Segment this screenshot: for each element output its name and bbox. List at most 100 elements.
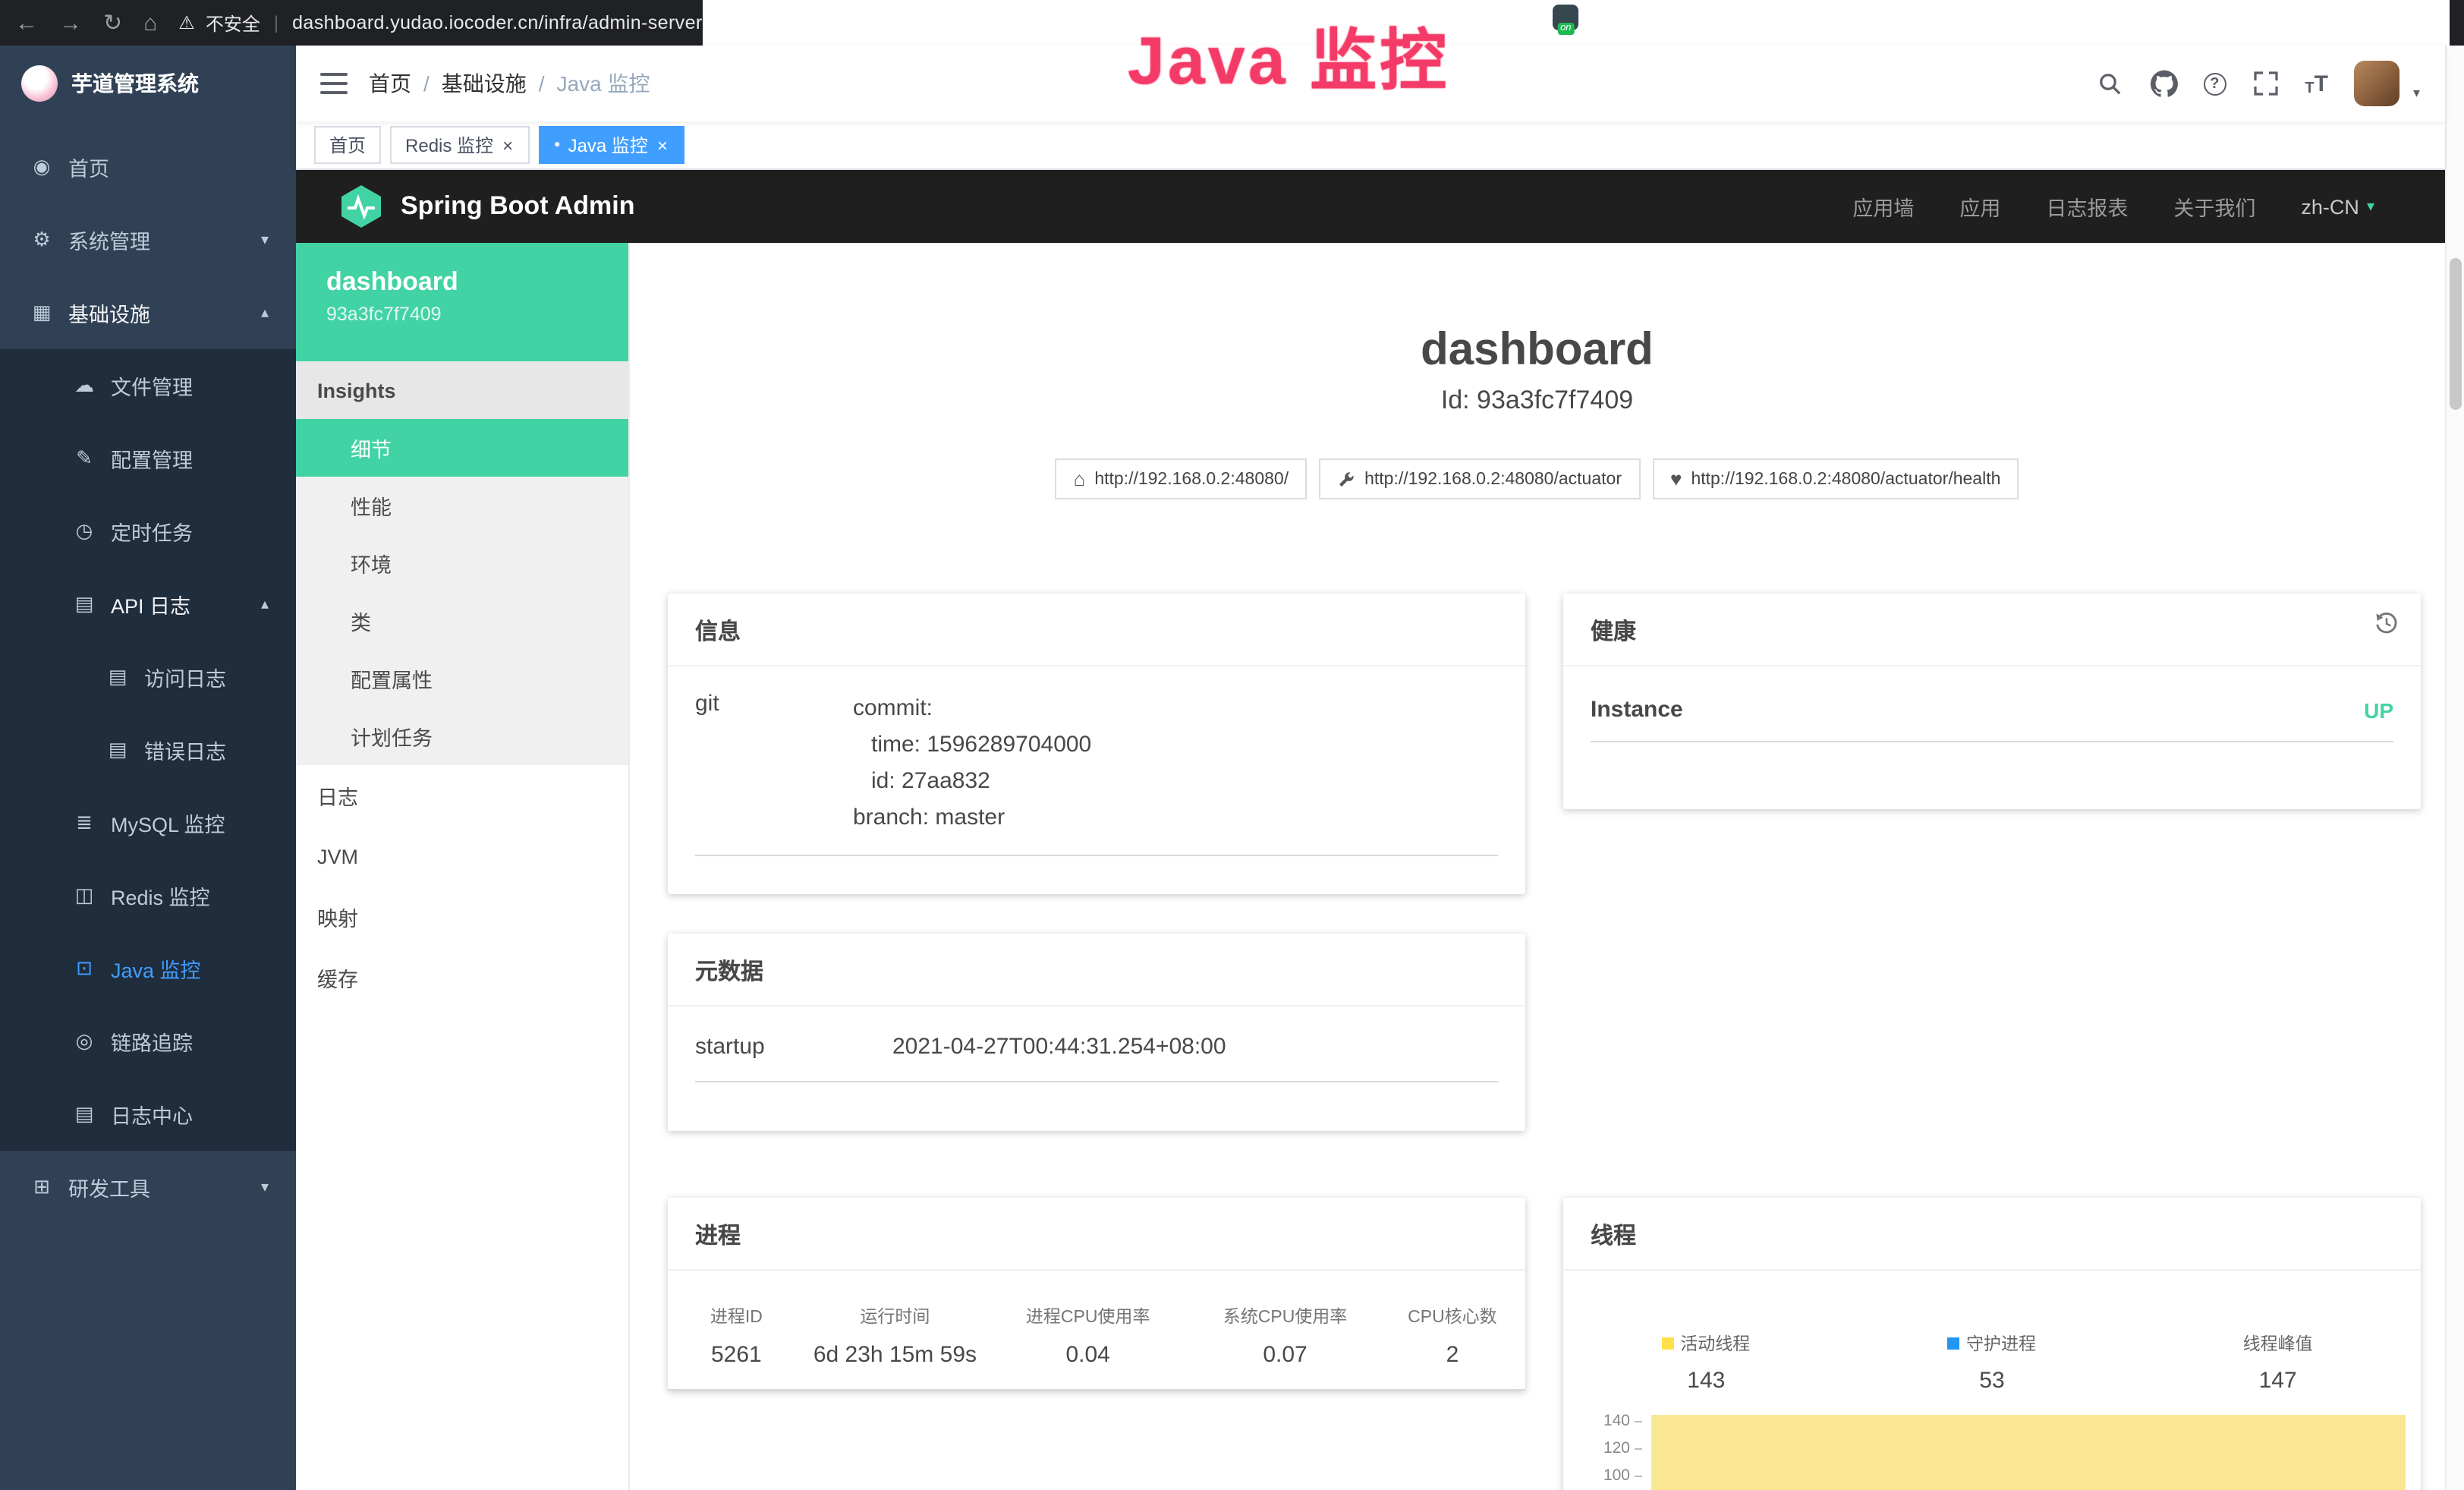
sba-item-classes[interactable]: 类: [296, 592, 628, 650]
active-threads-area: [1651, 1415, 2406, 1490]
forward-icon[interactable]: →: [59, 10, 82, 36]
monitor-icon: ⊡: [73, 956, 96, 981]
sba-item-scheduled-tasks[interactable]: 计划任务: [296, 707, 628, 765]
process-card: 进程 进程ID 运行时间 进程CPU使用率 系统CPU使用率: [668, 1198, 1525, 1391]
sba-brand[interactable]: Spring Boot Admin: [338, 184, 635, 229]
fullscreen-icon[interactable]: [2252, 70, 2279, 97]
sba-item-jvm[interactable]: JVM: [296, 826, 628, 887]
tab-redis-monitor[interactable]: Redis 监控 ×: [390, 126, 530, 164]
page-scrollbar[interactable]: [2444, 46, 2464, 1490]
url-text: dashboard.yudao.iocoder.cn/infra/admin-s…: [292, 12, 703, 33]
sba-item-caches[interactable]: 缓存: [296, 947, 628, 1008]
sba-item-details[interactable]: 细节: [296, 419, 628, 477]
info-card: 信息 git commit: time: 1596289704000 id: 2…: [668, 594, 1525, 894]
timer-icon: ◷: [73, 519, 96, 543]
extension-on-label: on: [1557, 23, 1574, 35]
sidebar-item-java-monitor[interactable]: ⊡ Java 监控: [0, 932, 296, 1005]
history-icon[interactable]: [2374, 610, 2399, 636]
tags-view-bar: 首页 Redis 监控 × ● Java 监控 ×: [296, 121, 2444, 170]
tab-java-monitor[interactable]: ● Java 监控 ×: [539, 126, 684, 164]
sidebar-item-log-center[interactable]: ▤ 日志中心: [0, 1078, 296, 1151]
sba-nav-wall[interactable]: 应用墙: [1852, 191, 1914, 222]
sba-nav-about[interactable]: 关于我们: [2173, 191, 2255, 222]
sidebar-item-scheduled-tasks[interactable]: ◷ 定时任务: [0, 495, 296, 568]
extension-icon-5[interactable]: on: [1553, 5, 1578, 30]
sidebar-item-redis-monitor[interactable]: ◫ Redis 监控: [0, 859, 296, 932]
github-icon[interactable]: [2150, 70, 2177, 97]
sba-sidebar: dashboard 93a3fc7f7409 Insights 细节 性能 环境…: [296, 243, 630, 1490]
breadcrumb-current: Java 监控: [557, 68, 650, 99]
base-url-button[interactable]: ⌂ http://192.168.0.2:48080/: [1056, 458, 1308, 499]
screen: ← → ↻ ⌂ ⚠ 不安全 | dashboard.yudao.iocoder.…: [0, 0, 2464, 1490]
font-size-icon[interactable]: TT: [2305, 71, 2328, 96]
home-icon: ⌂: [1074, 469, 1086, 489]
home-icon[interactable]: ⌂: [143, 10, 157, 36]
chevron-down-icon: ▾: [2367, 198, 2374, 215]
daemon-threads-swatch: [1948, 1337, 1960, 1350]
threads-card: 线程 活动线程 143 守护进程 53: [1563, 1198, 2421, 1490]
document-icon: ▤: [73, 592, 96, 616]
gear-icon: ⚙: [30, 228, 53, 252]
sidebar-item-home[interactable]: ◉ 首页: [0, 131, 296, 203]
wrench-icon: [1337, 470, 1355, 488]
address-bar[interactable]: ⚠ 不安全 | dashboard.yudao.iocoder.cn/infra…: [178, 10, 702, 36]
close-icon[interactable]: ×: [656, 136, 669, 154]
sidebar-item-mysql-monitor[interactable]: ≣ MySQL 监控: [0, 786, 296, 859]
sba-navbar: Spring Boot Admin 应用墙 应用 日志报表 关于我们 zh-CN…: [296, 170, 2444, 243]
cloud-icon: ☁: [73, 373, 96, 398]
sba-item-performance[interactable]: 性能: [296, 477, 628, 534]
sidebar-item-dev-tools[interactable]: ⊞ 研发工具 ▾: [0, 1151, 296, 1224]
toolbox-icon: ⊞: [30, 1175, 53, 1199]
search-icon[interactable]: [2097, 70, 2124, 97]
sba-item-environment[interactable]: 环境: [296, 534, 628, 592]
startup-row: startup 2021-04-27T00:44:31.254+08:00: [695, 1006, 1498, 1082]
sidebar-item-config-management[interactable]: ✎ 配置管理: [0, 422, 296, 495]
layers-icon: ◫: [73, 884, 96, 908]
tab-home[interactable]: 首页: [314, 126, 381, 164]
back-icon[interactable]: ←: [15, 10, 38, 36]
status-badge: UP: [2364, 698, 2393, 722]
health-url-button[interactable]: ♥ http://192.168.0.2:48080/actuator/heal…: [1652, 458, 2019, 499]
sidebar-item-file-management[interactable]: ☁ 文件管理: [0, 349, 296, 422]
help-icon[interactable]: ?: [2203, 72, 2226, 95]
sba-language-select[interactable]: zh-CN ▾: [2301, 195, 2374, 218]
edit-icon: ✎: [73, 446, 96, 471]
sidebar-collapse-icon[interactable]: [320, 73, 348, 94]
sba-main: dashboard Id: 93a3fc7f7409 ⌂ http://192.…: [630, 243, 2444, 1490]
git-info-row: git commit: time: 1596289704000 id: 27aa…: [695, 666, 1498, 856]
instance-header[interactable]: dashboard 93a3fc7f7409: [296, 243, 628, 361]
sba-nav-applications[interactable]: 应用: [1959, 191, 2000, 222]
sba-item-mappings[interactable]: 映射: [296, 887, 628, 947]
sba-item-logs[interactable]: 日志: [296, 765, 628, 826]
close-icon[interactable]: ×: [501, 136, 515, 154]
reload-icon[interactable]: ↻: [103, 9, 122, 36]
sidebar-item-error-logs[interactable]: ▤ 错误日志: [0, 713, 296, 786]
chevron-up-icon: ▴: [261, 596, 269, 613]
threads-card-title: 线程: [1563, 1198, 2421, 1271]
instance-health-row[interactable]: Instance UP: [1591, 666, 2393, 742]
chevron-down-icon: ▾: [261, 1179, 269, 1195]
user-avatar[interactable]: [2354, 61, 2399, 106]
sba-item-config-props[interactable]: 配置属性: [296, 650, 628, 707]
sidebar-item-access-logs[interactable]: ▤ 访问日志: [0, 641, 296, 713]
metadata-card-title: 元数据: [668, 934, 1525, 1006]
actuator-url-button[interactable]: http://192.168.0.2:48080/actuator: [1319, 458, 1640, 499]
sidebar-item-infrastructure[interactable]: ▦ 基础设施 ▴: [0, 276, 296, 349]
threads-chart: 140 120 100: [1584, 1406, 2415, 1490]
sidebar-item-tracing[interactable]: ◎ 链路追踪: [0, 1005, 296, 1078]
process-card-title: 进程: [668, 1198, 1525, 1271]
sidebar-item-system[interactable]: ⚙ 系统管理 ▾: [0, 203, 296, 276]
breadcrumb-home[interactable]: 首页: [369, 68, 411, 99]
sba-nav-journal[interactable]: 日志报表: [2046, 191, 2128, 222]
scrollbar-thumb[interactable]: [2449, 258, 2461, 410]
metadata-card: 元数据 startup 2021-04-27T00:44:31.254+08:0…: [668, 934, 1525, 1131]
admin-navbar: 首页 / 基础设施 / Java 监控 ?: [296, 46, 2444, 121]
app-logo[interactable]: 芋道管理系统: [0, 46, 296, 121]
document-icon: ▤: [106, 665, 129, 689]
chevron-down-icon[interactable]: ▾: [2413, 84, 2420, 101]
sidebar-item-api-logs[interactable]: ▤ API 日志 ▴: [0, 568, 296, 641]
instance-title: dashboard: [630, 322, 2444, 380]
app-title: 芋道管理系统: [71, 68, 199, 99]
breadcrumb-group[interactable]: 基础设施: [442, 68, 527, 99]
health-card: 健康 Instance UP: [1563, 594, 2421, 809]
